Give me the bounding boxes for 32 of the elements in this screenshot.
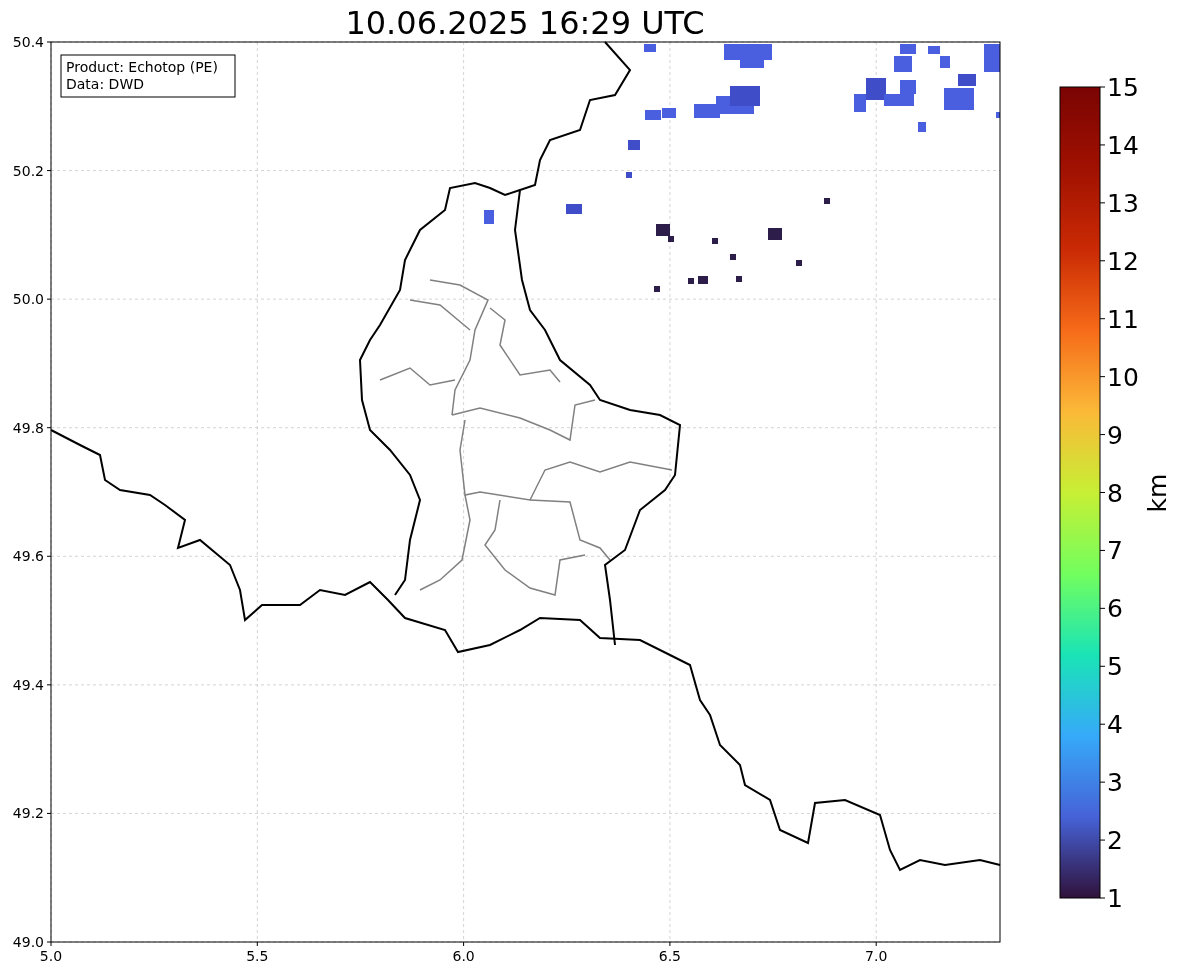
colorbar-tick-label: 5 — [1107, 652, 1123, 682]
x-tick-label: 5.0 — [39, 948, 63, 964]
colorbar-tick-label: 6 — [1107, 594, 1123, 624]
x-tick-label: 6.0 — [452, 948, 475, 964]
colorbar-tick-label: 2 — [1107, 826, 1123, 856]
colorbar-tick-label: 4 — [1107, 710, 1123, 740]
colorbar-tick-label: 3 — [1107, 768, 1123, 798]
y-tick-label: 49.8 — [12, 419, 44, 436]
y-tick-label: 49.0 — [12, 934, 44, 950]
info-text: Data: DWD — [66, 76, 144, 92]
colorbar-label: km — [1143, 473, 1172, 513]
y-tick-label: 50.2 — [12, 162, 44, 179]
colorbar-tick-label: 1 — [1107, 884, 1123, 913]
colorbar-tick-label: 9 — [1107, 420, 1123, 450]
colorbar-tick-label: 8 — [1107, 478, 1123, 508]
chart-title: 10.06.2025 16:29 UTC — [345, 4, 705, 42]
colorbar-tick-label: 13 — [1107, 188, 1139, 218]
x-tick-label: 7.0 — [865, 948, 888, 964]
colorbar-tick-label: 14 — [1107, 130, 1139, 160]
x-tick-label: 5.5 — [246, 948, 269, 964]
colorbar-tick-label: 7 — [1107, 536, 1123, 566]
y-tick-label: 49.4 — [12, 676, 44, 693]
y-tick-label: 50.4 — [12, 34, 44, 50]
y-tick-label: 49.6 — [12, 548, 44, 565]
x-tick-label: 6.5 — [658, 948, 682, 964]
colorbar-tick-label: 15 — [1107, 73, 1139, 102]
colorbar-tick-label: 11 — [1107, 304, 1139, 334]
y-tick-label: 49.2 — [12, 805, 44, 822]
colorbar-tick-label: 12 — [1107, 246, 1139, 276]
info-text: Product: Echotop (PE) — [66, 59, 218, 75]
colorbar-tick-label: 10 — [1107, 362, 1139, 392]
y-tick-label: 50.0 — [12, 291, 44, 308]
